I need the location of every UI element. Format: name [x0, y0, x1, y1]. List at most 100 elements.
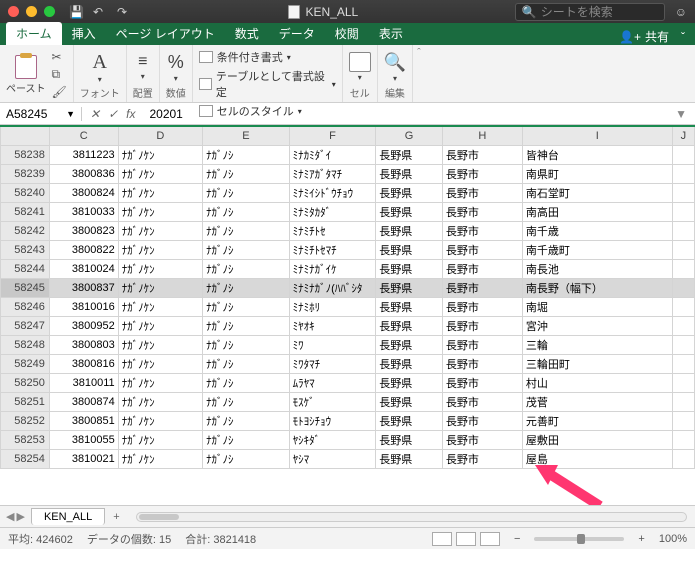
row-header[interactable]: 58248 — [1, 335, 50, 354]
table-row[interactable]: 582503810011ﾅｶﾞﾉｹﾝﾅｶﾞﾉｼﾑﾗﾔﾏ長野県長野市村山 — [1, 373, 695, 392]
table-row[interactable]: 582393800836ﾅｶﾞﾉｹﾝﾅｶﾞﾉｼﾐﾅﾐｱｶﾞﾀﾏﾁ長野県長野市南県… — [1, 164, 695, 183]
cell[interactable]: 長野市 — [442, 335, 522, 354]
cell[interactable]: 3800803 — [49, 335, 118, 354]
cell[interactable]: 長野県 — [376, 278, 443, 297]
cell[interactable] — [672, 449, 694, 468]
cell[interactable]: 南県町 — [522, 164, 672, 183]
cells-button[interactable]: ▾ — [349, 52, 371, 82]
collapse-ribbon[interactable]: ˆ — [413, 45, 425, 61]
table-row[interactable]: 582413810033ﾅｶﾞﾉｹﾝﾅｶﾞﾉｼﾐﾅﾐﾀｶﾀﾞ長野県長野市南高田 — [1, 202, 695, 221]
cell[interactable]: 3810021 — [49, 449, 118, 468]
cell[interactable] — [672, 259, 694, 278]
tab-数式[interactable]: 数式 — [225, 22, 269, 45]
cell[interactable]: ﾅｶﾞﾉｼ — [203, 411, 290, 430]
select-all[interactable] — [1, 126, 50, 145]
cell[interactable]: ﾐﾅﾐｱｶﾞﾀﾏﾁ — [289, 164, 376, 183]
edit-button[interactable]: 🔍▾ — [384, 52, 406, 83]
cell[interactable]: ﾔｼﾏ — [289, 449, 376, 468]
cell[interactable]: ﾔｼｷﾀﾞ — [289, 430, 376, 449]
cell[interactable]: ﾐﾅﾐﾅｶﾞﾉ(ﾊﾊﾞｼﾀ — [289, 278, 376, 297]
cell[interactable] — [672, 354, 694, 373]
cell[interactable]: ﾅｶﾞﾉｹﾝ — [118, 297, 202, 316]
zoom-level[interactable]: 100% — [659, 533, 687, 545]
cell[interactable]: ﾅｶﾞﾉｹﾝ — [118, 373, 202, 392]
close-window-button[interactable] — [8, 6, 19, 17]
cell[interactable] — [672, 411, 694, 430]
cell[interactable]: ﾅｶﾞﾉｹﾝ — [118, 183, 202, 202]
chevron-down-icon[interactable]: ˇ — [681, 30, 685, 44]
cell[interactable]: 長野市 — [442, 221, 522, 240]
table-row[interactable]: 582533810055ﾅｶﾞﾉｹﾝﾅｶﾞﾉｼﾔｼｷﾀﾞ長野県長野市屋敷田 — [1, 430, 695, 449]
expand-formula-icon[interactable]: ▼ — [667, 107, 695, 121]
cell[interactable]: ﾐﾅﾐﾁﾄｾﾏﾁ — [289, 240, 376, 259]
cell[interactable]: 3810055 — [49, 430, 118, 449]
row-header[interactable]: 58251 — [1, 392, 50, 411]
add-sheet-button[interactable]: + — [105, 511, 127, 523]
cell[interactable]: ﾅｶﾞﾉｹﾝ — [118, 202, 202, 221]
column-header-E[interactable]: E — [203, 126, 290, 145]
tab-ページ レイアウト[interactable]: ページ レイアウト — [106, 22, 225, 45]
tab-校閲[interactable]: 校閲 — [325, 22, 369, 45]
formula-input[interactable]: 20201 — [143, 107, 667, 121]
cell[interactable]: ﾅｶﾞﾉｹﾝ — [118, 278, 202, 297]
table-row[interactable]: 582513800874ﾅｶﾞﾉｹﾝﾅｶﾞﾉｼﾓｽｹﾞ長野県長野市茂菅 — [1, 392, 695, 411]
user-icon[interactable]: ☺ — [675, 5, 687, 19]
cell[interactable] — [672, 335, 694, 354]
cell[interactable] — [672, 183, 694, 202]
cell[interactable] — [672, 430, 694, 449]
cell[interactable]: 3800952 — [49, 316, 118, 335]
normal-view-button[interactable] — [432, 532, 452, 546]
cell[interactable] — [672, 202, 694, 221]
cell[interactable]: 3810011 — [49, 373, 118, 392]
cell[interactable]: ﾅｶﾞﾉｼ — [203, 183, 290, 202]
column-header-F[interactable]: F — [289, 126, 376, 145]
cell[interactable] — [672, 240, 694, 259]
table-row[interactable]: 582443810024ﾅｶﾞﾉｹﾝﾅｶﾞﾉｼﾐﾅﾐﾅｶﾞｲｹ長野県長野市南長池 — [1, 259, 695, 278]
zoom-out-button[interactable]: − — [514, 533, 520, 545]
align-button[interactable]: ≡▾ — [138, 53, 147, 81]
cell[interactable]: ﾅｶﾞﾉｹﾝ — [118, 430, 202, 449]
row-header[interactable]: 58238 — [1, 145, 50, 164]
cell[interactable]: 長野市 — [442, 202, 522, 221]
cell[interactable]: 長野県 — [376, 335, 443, 354]
cell[interactable]: 宮沖 — [522, 316, 672, 335]
sheet-search[interactable]: 🔍 シートを検索 — [515, 3, 665, 21]
table-row[interactable]: 582403800824ﾅｶﾞﾉｹﾝﾅｶﾞﾉｼﾐﾅﾐｲｼﾄﾞｳﾁｮｳ長野県長野市… — [1, 183, 695, 202]
paste-button[interactable]: ペースト — [6, 55, 46, 95]
cell[interactable]: 皆神台 — [522, 145, 672, 164]
cell[interactable] — [672, 297, 694, 316]
cell[interactable]: 長野県 — [376, 411, 443, 430]
cell[interactable]: 長野県 — [376, 392, 443, 411]
cell[interactable]: 3811223 — [49, 145, 118, 164]
cell[interactable]: ﾐﾜ — [289, 335, 376, 354]
cell[interactable]: ﾐﾅﾐﾁﾄｾ — [289, 221, 376, 240]
cell[interactable] — [672, 278, 694, 297]
confirm-icon[interactable]: ✓ — [108, 107, 118, 121]
cell[interactable]: 長野市 — [442, 449, 522, 468]
cell[interactable]: ﾅｶﾞﾉｹﾝ — [118, 354, 202, 373]
cell[interactable]: ﾐﾅｶﾐﾀﾞｲ — [289, 145, 376, 164]
tab-ホーム[interactable]: ホーム — [6, 22, 62, 45]
cell[interactable]: ﾐﾜﾀﾏﾁ — [289, 354, 376, 373]
zoom-window-button[interactable] — [44, 6, 55, 17]
cell[interactable]: ﾅｶﾞﾉｹﾝ — [118, 411, 202, 430]
cell[interactable]: 3810033 — [49, 202, 118, 221]
cell[interactable]: 長野市 — [442, 297, 522, 316]
cell[interactable]: ﾅｶﾞﾉｹﾝ — [118, 240, 202, 259]
chevron-down-icon[interactable]: ▼ — [66, 109, 75, 119]
cell[interactable]: 南千歳 — [522, 221, 672, 240]
undo-icon[interactable]: ↶ — [93, 5, 107, 19]
cell[interactable]: 3800824 — [49, 183, 118, 202]
tab-表示[interactable]: 表示 — [369, 22, 413, 45]
share-button[interactable]: 共有 — [645, 28, 669, 45]
row-header[interactable]: 58246 — [1, 297, 50, 316]
column-header-C[interactable]: C — [49, 126, 118, 145]
cell[interactable]: 長野県 — [376, 202, 443, 221]
cell[interactable]: ﾐﾅﾐｲｼﾄﾞｳﾁｮｳ — [289, 183, 376, 202]
tab-挿入[interactable]: 挿入 — [62, 22, 106, 45]
cell[interactable]: ﾐﾅﾐﾎﾘ — [289, 297, 376, 316]
cell[interactable]: 長野市 — [442, 430, 522, 449]
table-row[interactable]: 582493800816ﾅｶﾞﾉｹﾝﾅｶﾞﾉｼﾐﾜﾀﾏﾁ長野県長野市三輪田町 — [1, 354, 695, 373]
table-row[interactable]: 582543810021ﾅｶﾞﾉｹﾝﾅｶﾞﾉｼﾔｼﾏ長野県長野市屋島 — [1, 449, 695, 468]
cell[interactable]: 茂菅 — [522, 392, 672, 411]
